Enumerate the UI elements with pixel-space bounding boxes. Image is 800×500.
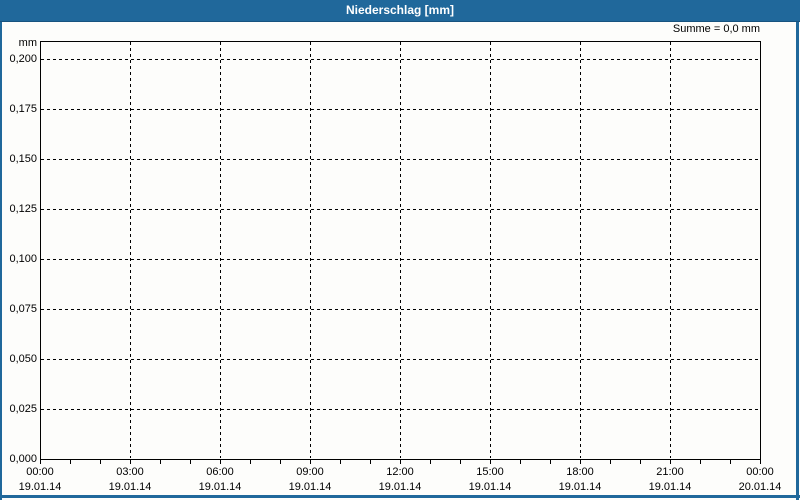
x-tick-date-label: 19.01.14 xyxy=(288,481,332,493)
plot-grid-canvas xyxy=(40,41,761,464)
x-tick-date-label: 19.01.14 xyxy=(558,481,602,493)
x-tick-date-label: 19.01.14 xyxy=(198,481,242,493)
y-tick-label: 0,175 xyxy=(9,103,37,115)
y-tick-label: 0,000 xyxy=(9,453,37,465)
x-tick-time-label: 06:00 xyxy=(206,466,234,478)
x-tick-time-label: 18:00 xyxy=(566,466,594,478)
x-tick-date-label: 20.01.14 xyxy=(738,481,782,493)
y-tick-label: 0,125 xyxy=(9,203,37,215)
x-tick-date-label: 19.01.14 xyxy=(468,481,512,493)
x-tick-time-label: 03:00 xyxy=(116,466,144,478)
y-tick-label: 0,150 xyxy=(9,153,37,165)
x-tick-date-label: 19.01.14 xyxy=(18,481,62,493)
x-tick-time-label: 15:00 xyxy=(476,466,504,478)
y-tick-label: 0,025 xyxy=(9,403,37,415)
y-tick-label: 0,200 xyxy=(9,53,37,65)
y-tick-label: 0,100 xyxy=(9,253,37,265)
x-tick-time-label: 00:00 xyxy=(746,466,774,478)
x-tick-time-label: 21:00 xyxy=(656,466,684,478)
y-tick-label: 0,050 xyxy=(9,353,37,365)
x-tick-time-label: 09:00 xyxy=(296,466,324,478)
chart-panel: Niederschlag [mm] Summe = 0,0 mm mm 0,20… xyxy=(0,0,800,500)
x-tick-date-label: 19.01.14 xyxy=(648,481,692,493)
y-tick-label: 0,075 xyxy=(9,303,37,315)
x-tick-time-label: 12:00 xyxy=(386,466,414,478)
x-tick-date-label: 19.01.14 xyxy=(378,481,422,493)
x-tick-time-label: 00:00 xyxy=(26,466,54,478)
x-tick-date-label: 19.01.14 xyxy=(108,481,152,493)
